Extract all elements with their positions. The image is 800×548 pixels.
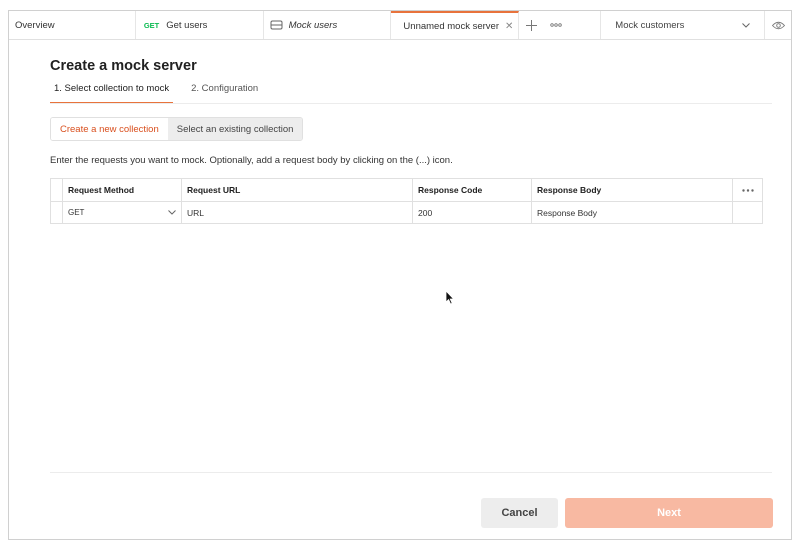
app-window: Overview GET Get users Mock users Unname… [8, 10, 792, 540]
table-header-row: Request Method Request URL Response Code… [51, 179, 762, 201]
response-code-input[interactable]: 200 [412, 202, 531, 223]
page-title: Create a mock server [50, 58, 197, 74]
environment-quick-look-button[interactable] [765, 11, 791, 39]
tab-label: Mock users [288, 19, 338, 31]
mouse-cursor-icon [445, 290, 455, 305]
environment-label: Mock customers [615, 19, 685, 31]
more-icon [741, 188, 754, 192]
table-options-button[interactable] [732, 179, 762, 201]
tab-mock-users[interactable]: Mock users [264, 11, 392, 39]
collection-source-toggle: Create a new collection Select an existi… [50, 117, 304, 141]
next-button[interactable]: Next [565, 498, 773, 528]
header-response-code: Response Code [412, 179, 531, 201]
more-tabs-button[interactable] [543, 11, 569, 39]
row-actions-cell [732, 202, 762, 223]
request-method-value: GET [68, 208, 85, 217]
plus-icon [525, 19, 537, 31]
tab-bar: Overview GET Get users Mock users Unname… [9, 11, 791, 40]
mock-server-icon [270, 20, 283, 30]
tab-overview[interactable]: Overview [9, 11, 136, 39]
cancel-button[interactable]: Cancel [481, 498, 558, 528]
tab-label: Get users [166, 19, 208, 31]
requests-table: Request Method Request URL Response Code… [50, 178, 763, 224]
divider [50, 472, 772, 473]
header-request-method: Request Method [62, 179, 181, 201]
select-existing-collection-option[interactable]: Select an existing collection [167, 118, 303, 140]
request-url-input[interactable]: URL [181, 202, 412, 223]
header-response-body: Response Body [531, 179, 732, 201]
tab-spacer [569, 11, 600, 39]
instructions-text: Enter the requests you want to mock. Opt… [50, 155, 453, 166]
header-request-url: Request URL [181, 179, 412, 201]
tab-label: Unnamed mock server [403, 20, 499, 32]
response-body-input[interactable]: Response Body [531, 202, 732, 223]
chevron-down-icon [168, 210, 176, 215]
close-icon[interactable]: ✕ [505, 21, 513, 32]
tab-label: Overview [15, 19, 55, 31]
new-tab-button[interactable] [519, 11, 543, 39]
step-tabs: 1. Select collection to mock 2. Configur… [50, 83, 276, 104]
request-method-select[interactable]: GET [62, 202, 181, 223]
table-row: GET URL 200 Response Body [51, 201, 762, 223]
more-icon [550, 23, 563, 27]
step-configuration[interactable]: 2. Configuration [187, 83, 262, 104]
step-select-collection[interactable]: 1. Select collection to mock [50, 83, 174, 104]
row-handle-header [51, 179, 62, 201]
row-handle [51, 202, 62, 223]
tab-get-users[interactable]: GET Get users [136, 11, 264, 39]
chevron-down-icon [742, 22, 750, 28]
environment-select[interactable]: Mock customers [600, 11, 766, 39]
tab-unnamed-mock-server[interactable]: Unnamed mock server ✕ [391, 11, 520, 39]
eye-icon [771, 21, 785, 29]
divider [50, 103, 772, 104]
get-method-badge: GET [143, 20, 160, 30]
create-new-collection-option[interactable]: Create a new collection [51, 118, 168, 140]
